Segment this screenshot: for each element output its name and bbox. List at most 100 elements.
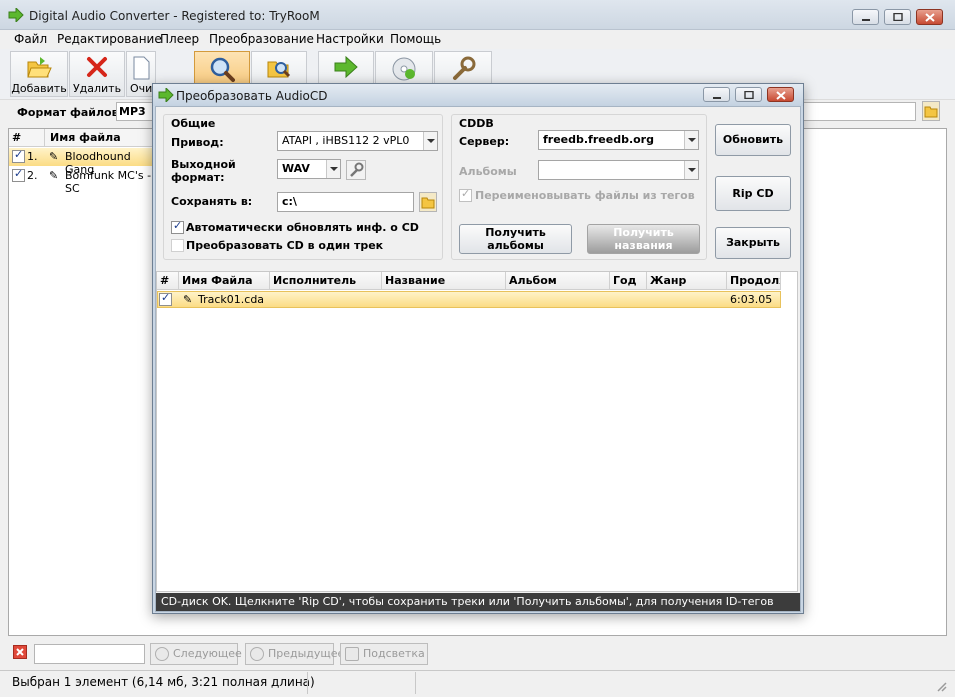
folder-open-icon xyxy=(27,57,52,78)
format-settings-wrench-icon[interactable] xyxy=(346,160,366,180)
file-list-header: # Имя файла xyxy=(9,129,159,147)
minimize-button[interactable] xyxy=(852,9,879,25)
rename-from-tags-checkbox[interactable] xyxy=(459,187,472,202)
grid-col-num[interactable]: # xyxy=(157,272,179,290)
get-names-button[interactable]: Получить названия xyxy=(587,224,700,254)
list-item[interactable]: 2. ✎ Bomfunk MC's - SC xyxy=(9,167,152,195)
next-button[interactable]: Следующее xyxy=(150,643,242,665)
menu-edit[interactable]: Редактирование xyxy=(57,32,162,46)
search-input[interactable] xyxy=(34,644,145,664)
single-track-checkbox[interactable] xyxy=(171,239,184,252)
albums-select[interactable] xyxy=(538,160,699,180)
row-filename: Bomfunk MC's - SC xyxy=(65,169,152,195)
grid-col-title[interactable]: Название xyxy=(382,272,506,290)
row-checkbox[interactable] xyxy=(12,148,25,163)
menu-file[interactable]: Файл xyxy=(14,32,47,46)
dialog-maximize-button[interactable] xyxy=(735,87,762,102)
drive-select[interactable]: ATAPI , iHBS112 2 vPL0 xyxy=(277,131,438,151)
row-number: 2. xyxy=(27,169,38,182)
remove-button[interactable]: Удалить xyxy=(69,51,125,97)
server-select[interactable]: freedb.freedb.org xyxy=(538,130,699,150)
close-window-button[interactable] xyxy=(916,9,943,25)
status-text: Выбран 1 элемент (6,14 мб, 3:21 полная д… xyxy=(12,675,315,689)
chevron-down-icon xyxy=(684,161,698,179)
cddb-heading: CDDB xyxy=(459,117,494,130)
col-name-header[interactable]: Имя файла xyxy=(50,131,121,144)
grid-scroll-area xyxy=(781,272,797,591)
general-heading: Общие xyxy=(171,117,216,130)
row-number: 1. xyxy=(27,150,38,163)
resize-grip-icon[interactable] xyxy=(935,680,947,692)
output-format-value: WAV xyxy=(282,162,310,175)
auto-update-label: Автоматически обновлять инф. о CD xyxy=(186,221,419,234)
app-arrow-icon xyxy=(8,8,24,22)
menu-convert[interactable]: Преобразование xyxy=(209,32,314,46)
minimize-icon xyxy=(862,19,870,21)
remove-label: Удалить xyxy=(72,82,122,95)
close-icon xyxy=(776,91,786,100)
track-checkbox[interactable] xyxy=(159,291,172,306)
get-albums-button[interactable]: Получить альбомы xyxy=(459,224,572,254)
chevron-down-icon xyxy=(326,160,340,178)
format-select[interactable]: MP3 xyxy=(116,102,156,121)
maximize-button[interactable] xyxy=(884,9,911,25)
server-label: Сервер: xyxy=(459,135,510,148)
get-albums-label: Получить xyxy=(485,226,546,239)
menu-help[interactable]: Помощь xyxy=(390,32,441,46)
drive-label: Привод: xyxy=(171,136,224,149)
chevron-down-icon xyxy=(423,132,437,150)
document-icon xyxy=(133,56,150,80)
output-path-input[interactable] xyxy=(800,102,916,121)
highlight-button[interactable]: Подсветка xyxy=(340,643,428,665)
close-dialog-button[interactable]: Закрыть xyxy=(715,227,791,259)
grid-col-year[interactable]: Год xyxy=(610,272,647,290)
audio-file-icon: ✎ xyxy=(49,169,59,182)
browse-save-folder-button[interactable] xyxy=(419,192,437,212)
drive-value: ATAPI , iHBS112 2 vPL0 xyxy=(282,134,410,147)
chevron-down-icon xyxy=(684,131,698,149)
save-path-input[interactable]: c:\ xyxy=(277,192,414,212)
track-duration: 6:03.05 xyxy=(730,293,773,306)
folder-search-icon xyxy=(267,61,291,78)
dialog-minimize-button[interactable] xyxy=(703,87,730,102)
output-format-select[interactable]: WAV xyxy=(277,159,341,179)
previous-button[interactable]: Предыдущее xyxy=(245,643,344,665)
grid-col-filename[interactable]: Имя Файла xyxy=(179,272,270,290)
minimize-icon xyxy=(713,97,721,99)
server-value: freedb.freedb.org xyxy=(543,133,654,146)
menu-player[interactable]: Плеер xyxy=(160,32,199,46)
add-button[interactable]: Добавить xyxy=(10,51,68,97)
close-icon xyxy=(925,13,935,22)
browse-folder-button[interactable] xyxy=(922,101,940,121)
auto-update-checkbox[interactable] xyxy=(171,219,184,234)
get-names-label-2: названия xyxy=(614,239,673,252)
dialog-close-button[interactable] xyxy=(767,87,794,102)
grid-col-duration[interactable]: Продолж xyxy=(727,272,781,290)
maximize-icon xyxy=(893,13,903,21)
get-names-label: Получить xyxy=(613,226,674,239)
grid-col-genre[interactable]: Жанр xyxy=(647,272,727,290)
col-num-header[interactable]: # xyxy=(12,131,21,144)
audio-file-icon: ✎ xyxy=(183,293,193,306)
track-grid[interactable] xyxy=(156,271,798,592)
output-format-label: Выходной xyxy=(171,158,236,171)
menu-bar: Файл Редактирование Плеер Преобразование… xyxy=(0,30,955,49)
rip-cd-button[interactable]: Rip CD xyxy=(715,176,791,211)
grid-col-album[interactable]: Альбом xyxy=(506,272,610,290)
refresh-button[interactable]: Обновить xyxy=(715,124,791,156)
window-title: Digital Audio Converter - Registered to:… xyxy=(29,9,320,23)
list-item[interactable]: 1. ✎ Bloodhound Gang xyxy=(9,148,152,176)
next-label: Следующее xyxy=(173,647,242,660)
row-checkbox[interactable] xyxy=(12,167,25,182)
highlight-icon xyxy=(345,647,359,661)
get-albums-label-2: альбомы xyxy=(487,239,544,252)
audio-file-icon: ✎ xyxy=(49,150,59,163)
clear-search-icon[interactable] xyxy=(13,645,27,659)
maximize-icon xyxy=(744,91,754,99)
rename-from-tags-label: Переименовывать файлы из тегов xyxy=(475,189,695,202)
clear-label: Очи xyxy=(130,82,153,95)
cd-icon xyxy=(392,57,416,81)
add-label: Добавить xyxy=(11,82,67,95)
grid-col-artist[interactable]: Исполнитель xyxy=(270,272,382,290)
menu-settings[interactable]: Настройки xyxy=(316,32,384,46)
